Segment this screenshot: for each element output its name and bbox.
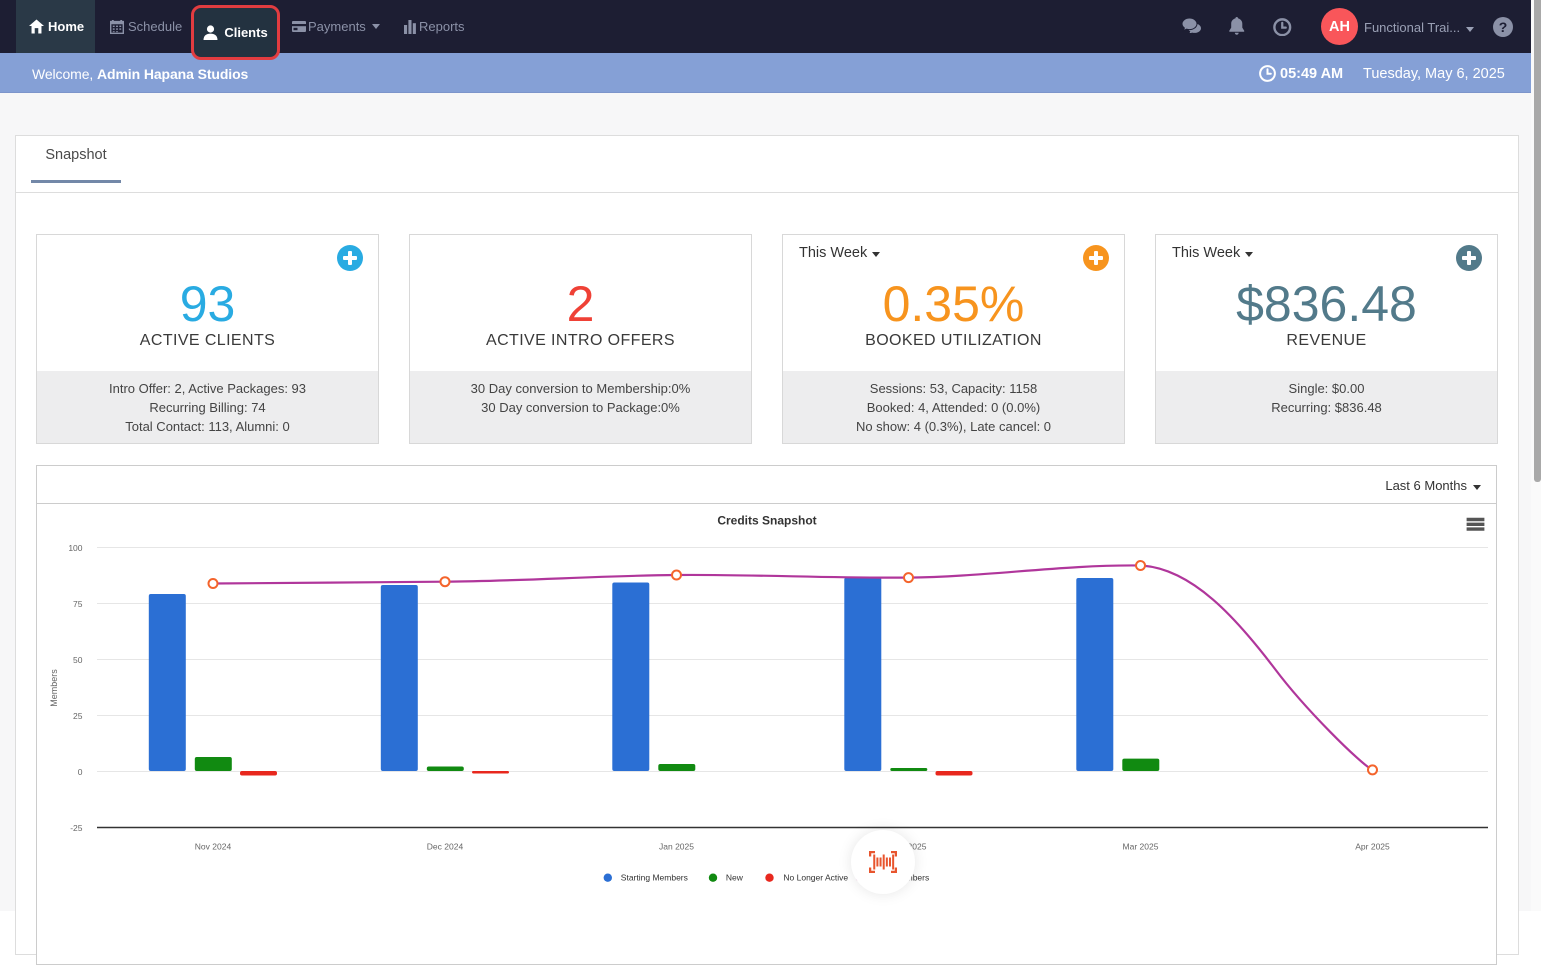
svg-text:Nov 2024: Nov 2024 <box>195 842 232 852</box>
svg-text:25: 25 <box>73 711 83 721</box>
svg-text:75: 75 <box>73 599 83 609</box>
svg-text:No Longer Active: No Longer Active <box>783 873 848 883</box>
svg-text:Dec 2024: Dec 2024 <box>427 842 464 852</box>
svg-text:Apr 2025: Apr 2025 <box>1355 842 1390 852</box>
svg-text:100: 100 <box>68 543 82 553</box>
svg-text:-25: -25 <box>70 823 83 833</box>
svg-text:Starting Members: Starting Members <box>621 873 688 883</box>
svg-text:New: New <box>726 873 744 883</box>
svg-text:Credits Snapshot: Credits Snapshot <box>717 514 816 528</box>
svg-text:50: 50 <box>73 655 83 665</box>
svg-text:0: 0 <box>78 767 83 777</box>
svg-text:Members: Members <box>49 669 59 707</box>
svg-text:Mar 2025: Mar 2025 <box>1123 842 1159 852</box>
svg-text:Jan 2025: Jan 2025 <box>659 842 694 852</box>
